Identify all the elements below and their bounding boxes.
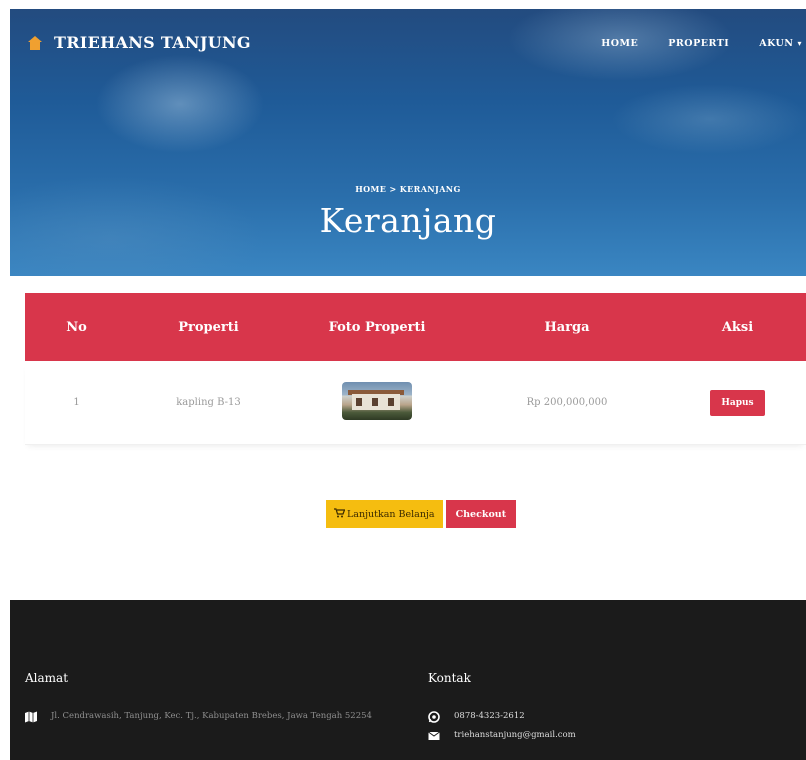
footer-email-text[interactable]: triehanstanjung@gmail.com	[454, 729, 576, 742]
brand-name[interactable]: TRIEHANS TANJUNG	[54, 33, 251, 52]
main-nav: HOME PROPERTI AKUN ▾	[601, 38, 802, 49]
table-header: No Properti Foto Properti Harga Aksi	[25, 293, 806, 361]
hero-banner: TRIEHANS TANJUNG HOME PROPERTI AKUN ▾ HOM…	[10, 9, 806, 276]
header-harga: Harga	[544, 319, 590, 335]
footer: Alamat Jl. Cendrawasih, Tanjung, Kec. Tj…	[10, 600, 806, 760]
header-no: No	[66, 319, 87, 335]
continue-shopping-label: Lanjutkan Belanja	[347, 508, 435, 520]
breadcrumb-current: KERANJANG	[399, 184, 461, 194]
brand[interactable]: TRIEHANS TANJUNG	[28, 33, 251, 52]
cell-properti: kapling B-13	[176, 397, 241, 408]
page-title: Keranjang	[319, 201, 497, 240]
header-properti: Properti	[178, 319, 239, 335]
whatsapp-icon	[428, 711, 440, 723]
cell-foto	[289, 382, 465, 423]
nav-akun-label[interactable]: AKUN	[759, 38, 793, 49]
nav-properti[interactable]: PROPERTI	[668, 38, 729, 49]
cart-icon	[334, 507, 346, 521]
footer-phone-text[interactable]: 0878-4323-2612	[454, 710, 525, 723]
envelope-icon	[428, 730, 440, 742]
footer-kontak-title: Kontak	[428, 671, 471, 685]
house-icon	[28, 35, 42, 50]
nav-home[interactable]: HOME	[601, 38, 638, 49]
map-icon	[25, 711, 37, 723]
header-foto: Foto Properti	[328, 319, 426, 335]
footer-email: triehanstanjung@gmail.com	[428, 729, 576, 742]
cell-no: 1	[73, 397, 80, 408]
cart-table: No Properti Foto Properti Harga Aksi 1 k…	[25, 293, 806, 445]
property-photo	[342, 382, 412, 420]
checkout-button[interactable]: Checkout	[445, 500, 517, 528]
table-row: 1 kapling B-13 Rp 200,000,000 Hapus	[25, 361, 806, 445]
continue-shopping-button[interactable]: Lanjutkan Belanja	[326, 500, 443, 528]
hapus-button[interactable]: Hapus	[710, 389, 765, 416]
cell-harga: Rp 200,000,000	[526, 397, 608, 408]
nav-akun[interactable]: AKUN ▾	[759, 38, 802, 49]
cell-aksi: Hapus	[669, 389, 806, 416]
breadcrumb: HOME > KERANJANG	[10, 184, 806, 194]
cart-actions: Lanjutkan Belanja Checkout	[326, 500, 517, 528]
breadcrumb-home[interactable]: HOME	[355, 184, 386, 194]
footer-address: Jl. Cendrawasih, Tanjung, Kec. Tj., Kabu…	[25, 710, 375, 723]
header-aksi: Aksi	[721, 319, 754, 335]
breadcrumb-separator: >	[389, 184, 397, 194]
footer-phone: 0878-4323-2612	[428, 710, 525, 723]
caret-down-icon[interactable]: ▾	[797, 38, 802, 48]
footer-alamat-title: Alamat	[25, 671, 69, 685]
footer-address-text: Jl. Cendrawasih, Tanjung, Kec. Tj., Kabu…	[51, 711, 372, 721]
